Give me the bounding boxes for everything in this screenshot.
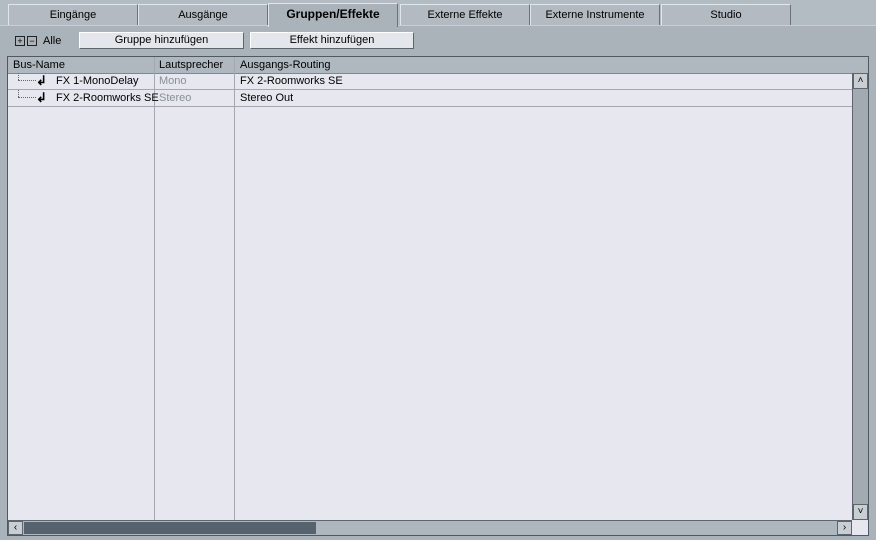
- tab-studio[interactable]: Studio: [661, 4, 791, 25]
- expand-all-icon[interactable]: +: [15, 36, 25, 46]
- column-header-speaker[interactable]: Lautsprecher: [159, 59, 223, 71]
- tree-line: [18, 80, 36, 81]
- column-divider: [234, 57, 235, 520]
- tab-eingaenge[interactable]: Eingänge: [8, 4, 138, 25]
- add-group-button[interactable]: Gruppe hinzufügen: [79, 32, 244, 49]
- speaker: Stereo: [159, 92, 192, 104]
- tab-externe-instrumente[interactable]: Externe Instrumente: [530, 4, 660, 25]
- return-bus-icon: ↲: [36, 73, 47, 88]
- collapse-all-icon[interactable]: −: [27, 36, 37, 46]
- scroll-down-icon[interactable]: ˅: [853, 504, 868, 520]
- add-effect-button[interactable]: Effekt hinzufügen: [250, 32, 414, 49]
- speaker: Mono: [159, 75, 187, 87]
- horizontal-scrollbar[interactable]: ‹ ›: [8, 520, 852, 535]
- tab-gruppen-effekte[interactable]: Gruppen/Effekte: [268, 3, 398, 27]
- bus-name: FX 1-MonoDelay: [56, 75, 139, 87]
- table-header: Bus-Name Lautsprecher Ausgangs-Routing: [8, 57, 868, 74]
- tree-line: [18, 97, 36, 98]
- expand-collapse-all: + − Alle: [15, 35, 61, 47]
- tab-ausgaenge[interactable]: Ausgänge: [138, 4, 268, 25]
- return-bus-icon: ↲: [36, 90, 47, 105]
- vertical-scrollbar[interactable]: ˄ ˅: [852, 73, 868, 520]
- tab-externe-effekte[interactable]: Externe Effekte: [400, 4, 530, 25]
- scroll-left-icon[interactable]: ‹: [8, 521, 23, 535]
- output-routing[interactable]: Stereo Out: [240, 92, 293, 104]
- scroll-up-icon[interactable]: ˄: [853, 73, 868, 89]
- bus-table: Bus-Name Lautsprecher Ausgangs-Routing ↲…: [7, 56, 869, 536]
- table-row[interactable]: ↲ FX 1-MonoDelay Mono FX 2-Roomworks SE: [8, 73, 852, 90]
- tab-bar: Eingänge Ausgänge Gruppen/Effekte Extern…: [0, 0, 876, 27]
- column-header-bus-name[interactable]: Bus-Name: [13, 59, 65, 71]
- table-row[interactable]: ↲ FX 2-Roomworks SE Stereo Stereo Out: [8, 90, 852, 107]
- tree-line: [18, 90, 19, 97]
- column-header-routing[interactable]: Ausgangs-Routing: [240, 59, 331, 71]
- all-label: Alle: [43, 35, 62, 47]
- scroll-right-icon[interactable]: ›: [837, 521, 852, 535]
- output-routing[interactable]: FX 2-Roomworks SE: [240, 75, 343, 87]
- horizontal-scroll-thumb[interactable]: [24, 522, 316, 534]
- bus-name: FX 2-Roomworks SE: [56, 92, 159, 104]
- tree-line: [18, 73, 19, 80]
- column-divider: [154, 57, 155, 520]
